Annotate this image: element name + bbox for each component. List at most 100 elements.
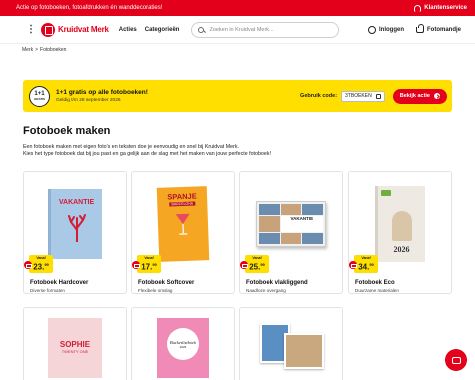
top-promo-text[interactable]: Actie op fotoboeken, fotoafdrukken én wa… (16, 5, 162, 11)
product-image[interactable] (240, 308, 342, 380)
search-input[interactable] (209, 26, 330, 33)
photo-thumb (259, 233, 280, 244)
photo-thumb (259, 204, 280, 215)
add-to-basket-button[interactable] (24, 261, 32, 269)
product-image[interactable]: VAKANTIE Vanaf 25.99 (240, 172, 342, 276)
cover-subtitle: TWENTY ONE (61, 349, 89, 354)
basket-button[interactable]: Fotomandje (416, 23, 461, 33)
basket-label: Fotomandje (427, 26, 461, 33)
cover-title: VAKANTIE (58, 199, 95, 206)
person-photo (391, 211, 412, 241)
breadcrumb-merk[interactable]: Merk (22, 47, 33, 53)
product-image[interactable]: Bucketlistboek 2026 (132, 308, 234, 380)
product-desc: Duurzame materialen (355, 288, 399, 293)
promo-banner: 1+1 GRATIS 1+1 gratis op alle fotoboeken… (23, 80, 452, 112)
price-amount: 17.99 (137, 260, 161, 272)
price-main: 25. (249, 262, 261, 272)
product-card-eco[interactable]: 2026 Vanaf 34.99 Fotoboek Eco Duurzame m… (348, 171, 452, 294)
breadcrumb-separator: > (35, 47, 39, 53)
price-cents: 99 (369, 262, 374, 267)
promo-code: 3TBOEKEN (345, 93, 372, 99)
photo-thumb (259, 216, 280, 232)
chat-button[interactable] (445, 349, 467, 371)
camera-logo-icon (41, 22, 55, 37)
product-desc: Flexibele omslag (138, 288, 173, 293)
layflat-book-image: VAKANTIE (256, 201, 326, 247)
product-card-hardcover[interactable]: VAKANTIE Vanaf 23.99 Fotoboek Hardcover … (23, 171, 127, 294)
intro-line-2: Kies het type fotoboek dat bij jou past … (23, 151, 271, 157)
view-action-label: Bekijk actie (399, 93, 430, 99)
logo[interactable]: Kruidvat Merk (41, 22, 109, 37)
badge-small-text: GRATIS (33, 97, 46, 101)
product-image[interactable]: SPANJE BARCELONA Vanaf 17.99 (132, 172, 234, 276)
nav-acties[interactable]: Acties (119, 27, 137, 33)
product-image[interactable]: SOPHIE TWENTY ONE (24, 308, 126, 380)
price-tag: Vanaf 23.99 (29, 255, 53, 273)
photo-thumb (302, 233, 323, 244)
search-box[interactable] (191, 21, 340, 38)
customer-service-link[interactable]: Klantenservice (414, 4, 467, 12)
price-main: 34. (358, 262, 370, 272)
price-amount: 25.99 (245, 260, 269, 272)
add-to-basket-button[interactable] (132, 261, 140, 269)
intro-line-1: Een fotoboek maken met eigen foto's en t… (23, 144, 239, 150)
product-card-softcover[interactable]: SPANJE BARCELONA Vanaf 17.99 Fotoboek So… (131, 171, 235, 294)
product-name[interactable]: Fotoboek Softcover (138, 280, 234, 286)
breadcrumb-fotoboeken: Fotoboeken (40, 47, 67, 53)
cover-subtitle: 2026 (179, 344, 187, 349)
one-plus-one-badge: 1+1 GRATIS (29, 85, 50, 107)
price-tag: Vanaf 34.99 (354, 255, 378, 273)
intro-text: Een fotoboek maken met eigen foto's en t… (23, 144, 343, 158)
promo-subtitle: Geldig t/m 28 september 2026 (56, 98, 121, 103)
product-card-vlakliggend[interactable]: VAKANTIE Vanaf 25.99 Fotoboek vlakliggen… (239, 171, 343, 294)
product-card-row2-2[interactable]: Bucketlistboek 2026 (131, 307, 235, 380)
photo-thumb (280, 204, 302, 215)
cover-title: VAKANTIE (280, 216, 323, 232)
search-icon (198, 26, 205, 33)
price-cents: 99 (44, 262, 49, 267)
eco-label-icon (381, 190, 391, 196)
product-image[interactable]: VAKANTIE Vanaf 23.99 (24, 172, 126, 276)
price-tag: Vanaf 25.99 (245, 255, 269, 273)
softcover-book-image: SPANJE BARCELONA (156, 186, 210, 262)
product-image[interactable]: 2026 Vanaf 34.99 (349, 172, 451, 276)
cover-circle: Bucketlistboek 2026 (167, 328, 199, 360)
price-cents: 99 (152, 262, 157, 267)
basket-icon (416, 23, 424, 33)
product-card-row2-1[interactable]: SOPHIE TWENTY ONE (23, 307, 127, 380)
add-to-basket-button[interactable] (349, 261, 357, 269)
photo-thumb (280, 233, 302, 244)
photo-print (284, 333, 324, 369)
price-amount: 34.99 (354, 260, 378, 272)
cover-title: 2026 (393, 245, 410, 254)
code-label: Gebruik code: (300, 93, 338, 99)
hardcover-book-image: VAKANTIE (48, 189, 102, 259)
page-title: Fotoboek maken (23, 125, 111, 137)
user-icon (368, 25, 376, 34)
chat-bubble-icon (451, 356, 461, 364)
login-button[interactable]: Inloggen (368, 25, 404, 34)
coral-illustration (67, 214, 86, 242)
view-action-button[interactable]: Bekijk actie (392, 88, 447, 104)
price-main: 17. (141, 262, 153, 272)
cover-subtitle: BARCELONA (169, 201, 196, 207)
product-name[interactable]: Fotoboek Hardcover (30, 280, 126, 286)
product-card-row2-3[interactable] (239, 307, 343, 380)
nav-categorieen[interactable]: Categorieën (145, 27, 180, 33)
menu-kebab-icon[interactable]: ⋮ (26, 24, 36, 35)
product-desc: Diverse formaten (30, 288, 65, 293)
cocktail-glass-illustration (175, 213, 190, 235)
add-to-basket-button[interactable] (240, 261, 248, 269)
sophie-book-image: SOPHIE TWENTY ONE (48, 318, 102, 378)
login-label: Inloggen (379, 26, 404, 33)
bucketlist-book-image: Bucketlistboek 2026 (157, 318, 209, 378)
photo-thumb (302, 204, 323, 215)
copy-icon[interactable] (375, 93, 381, 99)
product-name[interactable]: Fotoboek vlakliggend (246, 280, 342, 286)
arrow-right-icon (434, 93, 440, 99)
promo-code-box[interactable]: 3TBOEKEN (341, 90, 385, 102)
main-header: ⋮ Kruidvat Merk Acties Categorieën Inlog… (0, 16, 475, 44)
product-desc: Naadloze overgang (246, 288, 286, 293)
price-main: 23. (33, 262, 45, 272)
product-name[interactable]: Fotoboek Eco (355, 280, 451, 286)
